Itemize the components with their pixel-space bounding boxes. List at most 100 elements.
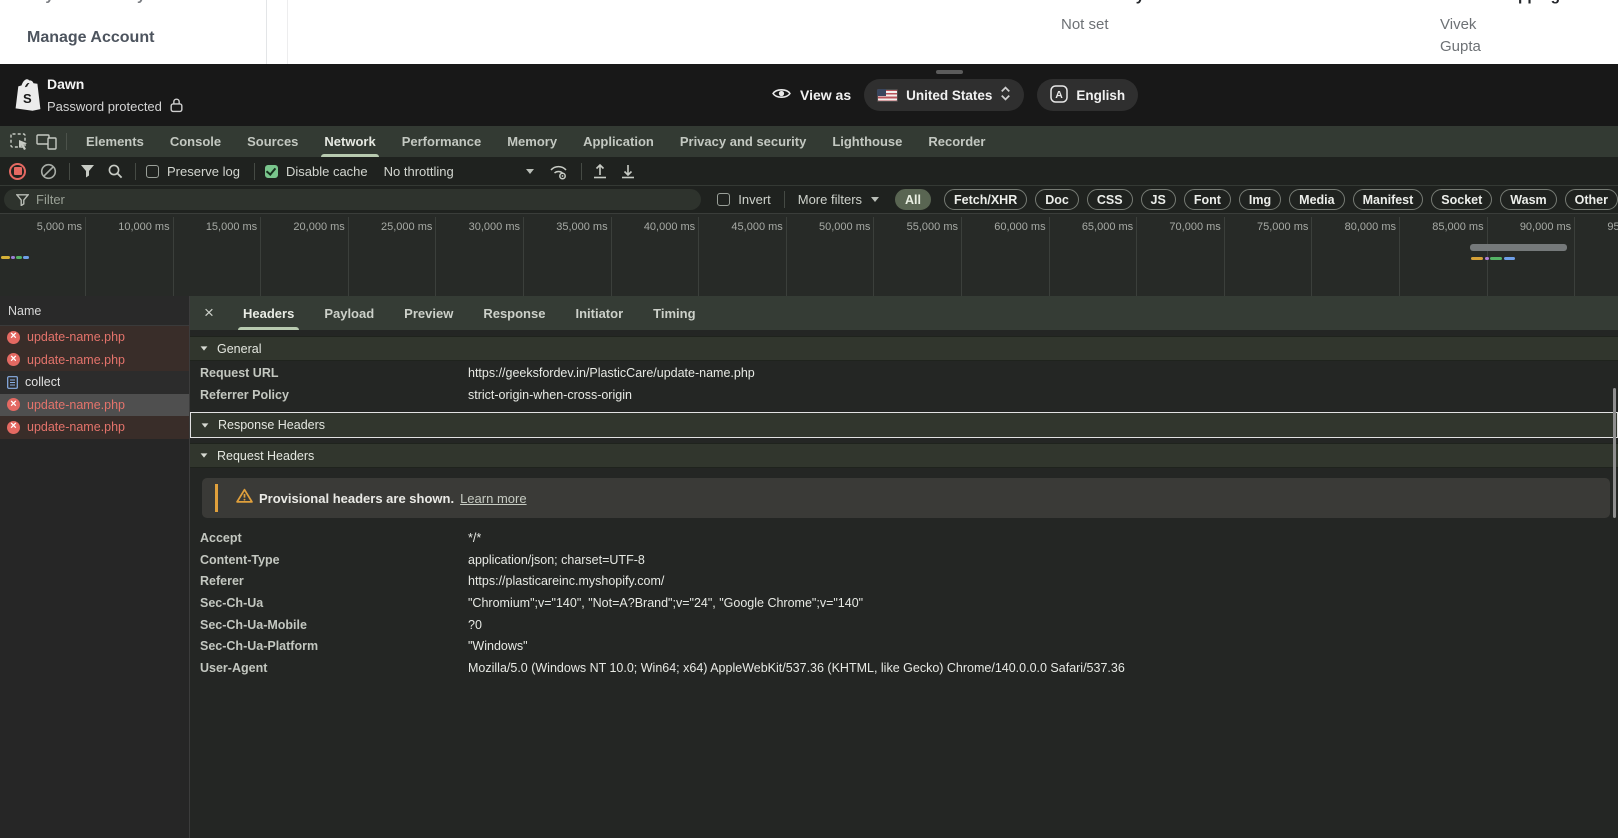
preserve-log-label[interactable]: Preserve log — [167, 164, 240, 179]
request-type-chip[interactable]: Other — [1565, 189, 1618, 210]
response-headers-title: Response Headers — [218, 418, 325, 432]
detail-tab[interactable]: Timing — [638, 296, 710, 330]
devtools-tab[interactable]: Elements — [73, 126, 157, 157]
request-type-chip[interactable]: Doc — [1035, 189, 1079, 210]
requests-panel: Name update-name.php — [0, 296, 190, 838]
device-toolbar-icon[interactable] — [33, 129, 60, 155]
detail-tab[interactable]: Initiator — [560, 296, 638, 330]
divider — [287, 0, 288, 64]
waterfall-bar — [16, 256, 22, 259]
request-type-chip[interactable]: Manifest — [1353, 189, 1424, 210]
timeline-gridline: 60,000 ms — [1049, 217, 1050, 297]
detail-tab[interactable]: Headers — [228, 296, 309, 330]
filter-input[interactable] — [4, 189, 701, 210]
svg-text:S: S — [23, 91, 32, 106]
network-overview[interactable]: 5,000 ms 10,000 ms 15,000 ms 20,000 ms 2… — [0, 213, 1618, 297]
devtools-tab-label: Performance — [402, 134, 481, 149]
more-filters-label: More filters — [798, 192, 862, 207]
country-selector[interactable]: United States — [864, 79, 1024, 111]
throttling-dropdown[interactable]: No throttling — [384, 164, 454, 179]
nav-payment-history[interactable]: Payment History — [27, 0, 145, 4]
nav-manage-account[interactable]: Manage Account — [27, 29, 154, 47]
request-headers-section-header[interactable]: Request Headers — [190, 443, 1618, 468]
filter-toggle-icon[interactable] — [80, 164, 95, 178]
invert-label[interactable]: Invert — [738, 192, 771, 207]
devtools-tab[interactable]: Console — [157, 126, 234, 157]
scrollbar-thumb[interactable] — [1613, 388, 1616, 518]
header-row: Accept */* — [190, 527, 1618, 549]
request-type-chip[interactable]: CSS — [1087, 189, 1133, 210]
header-row: Content-Type application/json; charset=U… — [190, 549, 1618, 571]
network-conditions-icon[interactable] — [548, 163, 569, 180]
chevron-down-icon[interactable] — [526, 169, 534, 174]
header-value: strict-origin-when-cross-origin — [468, 384, 632, 406]
request-name: update-name.php — [27, 330, 125, 344]
header-row: User-Agent Mozilla/5.0 (Windows NT 10.0;… — [190, 657, 1618, 679]
request-type-chip[interactable]: Fetch/XHR — [944, 189, 1027, 210]
name-column-header[interactable]: Name — [0, 296, 189, 326]
clear-network-log-icon[interactable] — [40, 163, 57, 180]
timeline-tick-label: 80,000 ms — [1345, 221, 1396, 233]
request-type-chip[interactable]: Img — [1239, 189, 1281, 210]
request-row[interactable]: update-name.php — [0, 416, 189, 439]
divider — [254, 163, 255, 180]
import-har-icon[interactable] — [592, 163, 608, 179]
devtools-tab-label: Console — [170, 134, 221, 149]
devtools-tab[interactable]: Lighthouse — [819, 126, 915, 157]
country-selector-value: United States — [906, 88, 992, 103]
request-type-chip[interactable]: Font — [1184, 189, 1231, 210]
devtools-tab-label: Privacy and security — [680, 134, 806, 149]
disclosure-triangle-icon — [201, 453, 208, 457]
request-row[interactable]: update-name.php — [0, 349, 189, 372]
divider — [581, 163, 582, 180]
record-network-log-button[interactable] — [9, 163, 26, 180]
devtools-tab[interactable]: Privacy and security — [667, 126, 819, 157]
request-row[interactable]: update-name.php — [0, 394, 189, 417]
inspect-element-icon[interactable] — [6, 129, 33, 155]
header-row: Sec-Ch-Ua-Platform "Windows" — [190, 635, 1618, 657]
language-selector[interactable]: A English — [1037, 79, 1138, 111]
view-as-label: View as — [800, 87, 851, 103]
timeline-tick-label: 15,000 ms — [206, 221, 257, 233]
general-section-header[interactable]: General — [190, 336, 1618, 361]
warning-accent-bar — [215, 484, 218, 512]
detail-tab[interactable]: Preview — [389, 296, 468, 330]
learn-more-link[interactable]: Learn more — [460, 491, 526, 506]
request-headers-title: Request Headers — [217, 449, 314, 463]
lock-icon — [169, 97, 184, 116]
timeline-tick-label: 85,000 ms — [1432, 221, 1483, 233]
disclosure-triangle-icon — [202, 423, 209, 427]
timeline-tick-label: 50,000 ms — [819, 221, 870, 233]
timeline-tick-label: 30,000 ms — [469, 221, 520, 233]
request-type-chip[interactable]: Socket — [1431, 189, 1492, 210]
disable-cache-label[interactable]: Disable cache — [286, 164, 368, 179]
preserve-log-checkbox[interactable] — [146, 165, 159, 178]
disable-cache-checkbox[interactable] — [265, 165, 278, 178]
more-filters-dropdown[interactable]: More filters — [798, 192, 879, 207]
header-key: Sec-Ch-Ua-Mobile — [200, 614, 468, 636]
request-row[interactable]: update-name.php — [0, 326, 189, 349]
request-type-chip[interactable]: All — [895, 189, 931, 210]
timeline-tick-label: 35,000 ms — [556, 221, 607, 233]
devtools-tab[interactable]: Recorder — [915, 126, 998, 157]
detail-tab[interactable]: Response — [468, 296, 560, 330]
detail-tab-label: Headers — [243, 306, 294, 321]
request-row[interactable]: collect — [0, 371, 189, 394]
devtools-tab[interactable]: Performance — [389, 126, 494, 157]
screenshot-root: Payment History Manage Account Default P… — [0, 0, 1618, 838]
devtools-tab[interactable]: Sources — [234, 126, 311, 157]
request-type-chip[interactable]: Wasm — [1500, 189, 1556, 210]
request-type-chip[interactable]: Media — [1289, 189, 1344, 210]
export-har-icon[interactable] — [620, 163, 636, 179]
devtools-tab[interactable]: Memory — [494, 126, 570, 157]
invert-checkbox[interactable] — [717, 193, 730, 206]
devtools-tab[interactable]: Application — [570, 126, 667, 157]
response-headers-section-header[interactable]: Response Headers — [190, 412, 1618, 438]
network-filter-row: Invert More filters All Fetch/XHR Doc CSS JS… — [0, 185, 1618, 213]
close-icon[interactable]: × — [190, 296, 228, 330]
payment-method-label: Default Payment Method — [1060, 0, 1241, 5]
search-icon[interactable] — [107, 163, 123, 179]
request-type-chip[interactable]: JS — [1141, 189, 1176, 210]
devtools-tab[interactable]: Network — [311, 126, 388, 157]
detail-tab[interactable]: Payload — [309, 296, 389, 330]
